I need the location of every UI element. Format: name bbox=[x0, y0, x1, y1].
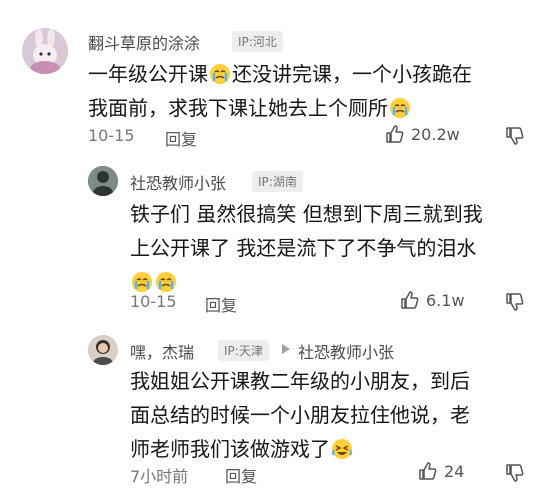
crying-face-emoji bbox=[132, 272, 152, 292]
reply-to-user[interactable]: 社恐教师小张 bbox=[298, 339, 394, 363]
like-count: 6.1w bbox=[426, 290, 465, 310]
ip-badge: IP:湖南 bbox=[252, 171, 303, 192]
comment-text-line: 师老师我们该做游戏了 bbox=[130, 437, 330, 461]
avatar[interactable] bbox=[88, 335, 118, 365]
comment-text: 铁子们 虽然很搞笑 但想到下周三就到我 上公开课了 我还是流下了不争气的泪水 bbox=[130, 197, 530, 299]
comment-text: 一年级公开课 还没讲完课，一个小孩跪在 我面前，求我下课让她去上个厕所 bbox=[88, 57, 528, 125]
comment-text-line: 面总结的时候一个小朋友拉住他说，老 bbox=[130, 403, 470, 427]
thumb-down-icon[interactable] bbox=[505, 463, 525, 483]
thumb-down-icon[interactable] bbox=[505, 292, 525, 312]
person-avatar-icon bbox=[88, 335, 118, 365]
comment-1: 翻斗草原的涂涂 IP:河北 一年级公开课 还没讲完课，一个小孩跪在 我面前，求我下… bbox=[0, 0, 549, 160]
like-button[interactable]: 20.2w bbox=[385, 124, 460, 144]
crying-laughing-emoji bbox=[332, 439, 352, 459]
username[interactable]: 社恐教师小张 bbox=[130, 170, 226, 194]
comment-date: 10-15 bbox=[130, 292, 177, 311]
reply-button[interactable]: 回复 bbox=[165, 126, 197, 150]
avatar[interactable] bbox=[22, 28, 68, 74]
thumb-up-icon bbox=[401, 291, 419, 309]
comment-text-part: 还没讲完课，一个小孩跪在 bbox=[232, 62, 472, 86]
comment-text-part: 一年级公开课 bbox=[88, 62, 208, 86]
comment-text: 我姐姐公开课教二年级的小朋友，到后 面总结的时候一个小朋友拉住他说，老 师老师我… bbox=[130, 364, 530, 466]
crying-face-emoji bbox=[390, 98, 410, 118]
avatar[interactable] bbox=[88, 166, 118, 196]
username[interactable]: 翻斗草原的涂涂 bbox=[88, 30, 200, 54]
person-avatar-icon bbox=[88, 166, 118, 196]
comment-date: 7小时前 bbox=[130, 467, 189, 486]
comment-text-line: 铁子们 虽然很搞笑 但想到下周三就到我 bbox=[130, 202, 483, 226]
bunny-avatar-icon bbox=[22, 28, 68, 74]
comment-text-line: 我姐姐公开课教二年级的小朋友，到后 bbox=[130, 369, 470, 393]
thumb-up-icon bbox=[386, 125, 404, 143]
username[interactable]: 嘿，杰瑞 bbox=[130, 339, 194, 363]
crying-face-emoji bbox=[156, 272, 176, 292]
comment-3: 嘿，杰瑞 IP:天津 社恐教师小张 我姐姐公开课教二年级的小朋友，到后 面总结的… bbox=[0, 325, 549, 500]
like-button[interactable]: 6.1w bbox=[400, 290, 465, 310]
like-count: 20.2w bbox=[411, 124, 460, 144]
ip-badge: IP:河北 bbox=[232, 31, 283, 52]
ip-badge: IP:天津 bbox=[218, 340, 269, 361]
thumb-up-icon bbox=[419, 462, 437, 480]
comment-text-line: 上公开课了 我还是流下了不争气的泪水 bbox=[130, 236, 477, 260]
comment-date: 10-15 bbox=[88, 126, 135, 145]
thumb-down-icon[interactable] bbox=[505, 126, 525, 146]
reply-button[interactable]: 回复 bbox=[225, 463, 257, 487]
caret-right-icon bbox=[282, 344, 290, 354]
like-count: 24 bbox=[444, 461, 465, 481]
crying-face-emoji bbox=[210, 64, 230, 84]
reply-button[interactable]: 回复 bbox=[205, 292, 237, 316]
like-button[interactable]: 24 bbox=[418, 461, 464, 481]
comment-text-part: 我面前，求我下课让她去上个厕所 bbox=[88, 96, 388, 120]
comment-2: 社恐教师小张 IP:湖南 铁子们 虽然很搞笑 但想到下周三就到我 上公开课了 我… bbox=[0, 160, 549, 325]
